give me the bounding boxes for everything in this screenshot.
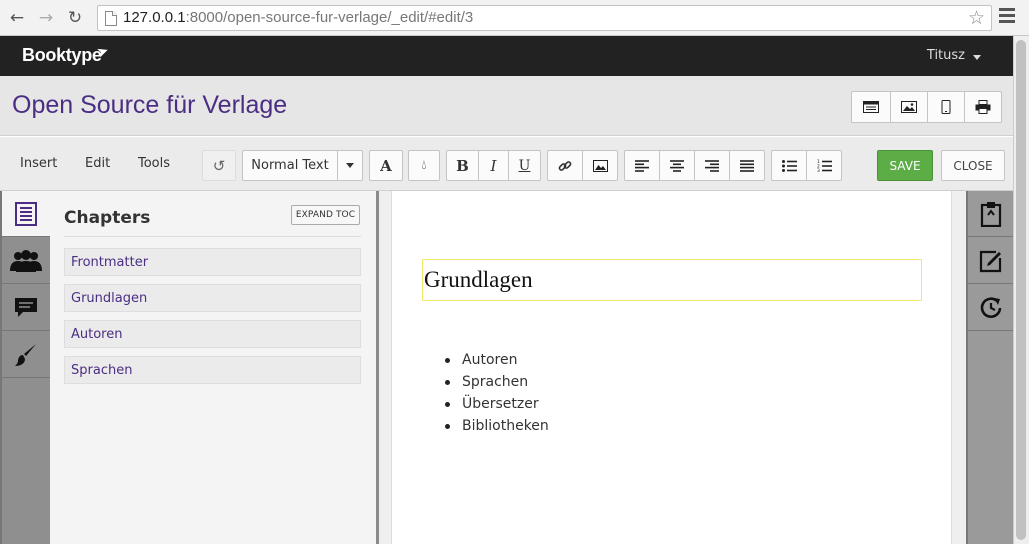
image-icon (592, 159, 608, 172)
chapter-item-grundlagen[interactable]: Grundlagen (64, 284, 361, 312)
bold-icon: B (456, 156, 469, 175)
bullet-list-button[interactable] (771, 150, 807, 181)
image-icon (901, 101, 917, 113)
reload-icon[interactable]: ↻ (64, 7, 86, 29)
list-item[interactable]: Übersetzer (445, 393, 549, 415)
undo-icon: ↺ (212, 156, 226, 175)
tab-comments[interactable] (2, 285, 50, 331)
content-bullet-list: Autoren Sprachen Übersetzer Bibliotheken (445, 349, 549, 437)
underline-button[interactable]: U (508, 150, 541, 181)
tab-edit-notes[interactable] (968, 238, 1013, 284)
chapter-item-sprachen[interactable]: Sprachen (64, 356, 361, 384)
align-right-button[interactable] (694, 150, 730, 181)
forward-arrow-icon[interactable]: → (35, 7, 57, 29)
browser-toolbar: ← → ↻ 127.0.0.1:8000/open-source-fur-ver… (0, 0, 1029, 36)
book-title: Open Source für Verlage (12, 91, 288, 119)
numbered-list-icon: 123 (817, 159, 832, 173)
align-justify-button[interactable] (729, 150, 765, 181)
mobile-view-button[interactable] (927, 91, 965, 123)
align-right-icon (705, 159, 719, 172)
italic-button[interactable]: I (478, 150, 509, 181)
menu-edit[interactable]: Edit (85, 156, 110, 171)
image-view-button[interactable] (890, 91, 928, 123)
bullet-list-icon (781, 159, 797, 172)
scrollbar-thumb[interactable] (1016, 40, 1026, 540)
align-center-icon (670, 159, 684, 172)
tab-history[interactable] (968, 285, 1013, 331)
editor-toolbar: Insert Edit Tools ↺ Normal Text A 💧︎ B I… (0, 137, 1013, 191)
history-icon (980, 296, 1001, 318)
tab-chapters[interactable] (2, 191, 50, 237)
numbered-list-button[interactable]: 123 (806, 150, 842, 181)
app-header: Booktype ➤ Titusz (0, 36, 1013, 76)
expand-toc-button[interactable]: EXPAND TOC (291, 205, 360, 225)
chapters-panel: Chapters EXPAND TOC Frontmatter Grundlag… (50, 191, 376, 544)
link-icon (558, 160, 572, 171)
comment-icon (15, 297, 37, 317)
chevron-down-icon (346, 163, 354, 168)
tab-themes[interactable] (2, 332, 50, 378)
menu-insert[interactable]: Insert (20, 156, 57, 171)
align-left-icon (635, 159, 649, 172)
insert-image-button[interactable] (582, 150, 618, 181)
font-size-button[interactable]: A (369, 150, 403, 181)
align-center-button[interactable] (659, 150, 695, 181)
print-icon (975, 100, 991, 114)
user-menu[interactable]: Titusz (927, 48, 965, 63)
font-icon: A (380, 156, 392, 175)
undo-button[interactable]: ↺ (202, 150, 236, 181)
toc-view-button[interactable] (851, 91, 891, 123)
view-button-group (851, 91, 1002, 123)
brush-icon (15, 343, 36, 366)
chevron-down-icon[interactable] (973, 55, 981, 60)
underline-icon: U (518, 157, 531, 174)
link-button[interactable] (547, 150, 583, 181)
clipboard-icon (980, 201, 1001, 227)
align-left-button[interactable] (624, 150, 660, 181)
svg-text:3: 3 (817, 168, 820, 173)
close-button[interactable]: CLOSE (941, 150, 1005, 181)
chapter-item-frontmatter[interactable]: Frontmatter (64, 248, 361, 276)
style-dropdown-button[interactable] (337, 150, 363, 181)
mobile-icon (941, 100, 951, 114)
menu-tools[interactable]: Tools (138, 156, 170, 171)
align-justify-icon (740, 159, 754, 172)
list-item[interactable]: Sprachen (445, 371, 549, 393)
chapter-item-autoren[interactable]: Autoren (64, 320, 361, 348)
color-button[interactable]: 💧︎ (408, 150, 440, 181)
style-select[interactable]: Normal Text (242, 150, 338, 181)
page-icon (105, 11, 117, 26)
list-item[interactable]: Bibliotheken (445, 415, 549, 437)
tab-users[interactable] (2, 238, 50, 284)
chapter-heading[interactable]: Grundlagen (422, 259, 922, 301)
print-button[interactable] (964, 91, 1002, 123)
edit-icon (979, 250, 1001, 272)
bold-button[interactable]: B (446, 150, 479, 181)
toc-view-icon (863, 101, 879, 113)
book-title-bar: Open Source für Verlage (0, 76, 1013, 136)
italic-icon: I (490, 156, 497, 175)
right-panel-tabs (966, 191, 1013, 544)
back-arrow-icon[interactable]: ← (6, 7, 28, 29)
chapters-heading: Chapters (64, 208, 151, 228)
divider (64, 236, 361, 237)
left-panel-tabs (0, 191, 50, 544)
users-icon (10, 249, 42, 272)
browser-menu-icon[interactable] (999, 8, 1015, 28)
booktype-logo[interactable]: Booktype (22, 45, 102, 66)
save-button[interactable]: SAVE (877, 150, 933, 181)
address-bar[interactable]: 127.0.0.1:8000/open-source-fur-verlage/_… (97, 5, 992, 31)
bookmark-star-icon[interactable]: ☆ (968, 7, 985, 29)
tab-clipboard[interactable] (968, 191, 1013, 237)
droplet-icon: 💧︎ (421, 158, 427, 173)
list-item[interactable]: Autoren (445, 349, 549, 371)
url-text: 127.0.0.1:8000/open-source-fur-verlage/_… (123, 9, 474, 26)
toc-list-icon (15, 201, 37, 226)
